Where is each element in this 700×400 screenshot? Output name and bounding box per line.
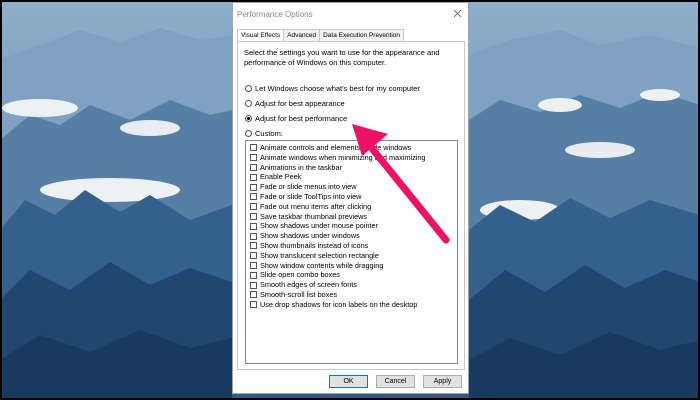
screenshot: Performance Options Visual Effects Advan… <box>0 0 700 400</box>
arrow-icon <box>352 124 450 244</box>
